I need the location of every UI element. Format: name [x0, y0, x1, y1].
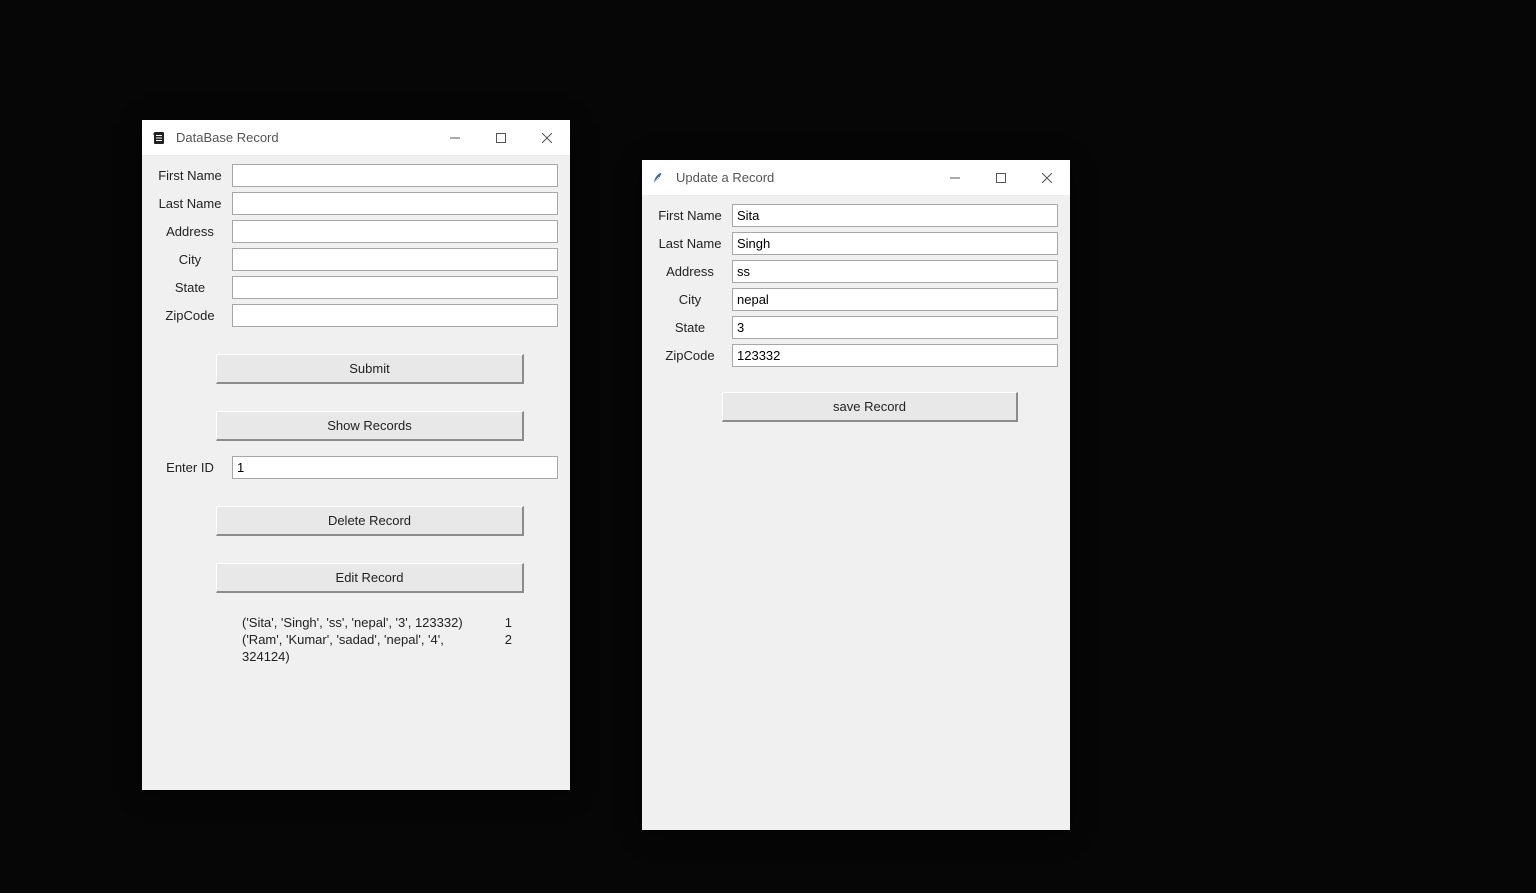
database-record-window: DataBase Record First Name Last Name Add…: [142, 120, 570, 790]
client-area: First Name Last Name Address City State …: [642, 196, 1070, 432]
delete-record-row: Delete Record: [154, 506, 558, 536]
last-name-label: Last Name: [654, 236, 732, 251]
window-title: DataBase Record: [176, 130, 432, 145]
state-row: State: [654, 316, 1058, 339]
update-record-window: Update a Record First Name Last Name Add…: [642, 160, 1070, 830]
first-name-label: First Name: [154, 168, 232, 183]
address-label: Address: [654, 264, 732, 279]
last-name-input[interactable]: [232, 192, 558, 215]
last-name-input[interactable]: [732, 232, 1058, 255]
close-button[interactable]: [524, 120, 570, 155]
record-text: ('Sita', 'Singh', 'ss', 'nepal', '3', 12…: [242, 615, 494, 632]
app-icon: [150, 129, 168, 147]
show-records-row: Show Records: [154, 411, 558, 441]
record-id: 1: [494, 615, 512, 632]
submit-button[interactable]: Submit: [216, 354, 524, 384]
last-name-row: Last Name: [154, 192, 558, 215]
window-controls: [432, 120, 570, 155]
save-record-button[interactable]: save Record: [722, 392, 1018, 422]
record-line: ('Ram', 'Kumar', 'sadad', 'nepal', '4', …: [242, 632, 558, 666]
address-input[interactable]: [232, 220, 558, 243]
titlebar[interactable]: Update a Record: [642, 160, 1070, 196]
state-input[interactable]: [732, 316, 1058, 339]
titlebar[interactable]: DataBase Record: [142, 120, 570, 156]
first-name-input[interactable]: [232, 164, 558, 187]
last-name-row: Last Name: [654, 232, 1058, 255]
zipcode-row: ZipCode: [154, 304, 558, 327]
edit-record-row: Edit Record: [154, 563, 558, 593]
state-label: State: [154, 280, 232, 295]
state-label: State: [654, 320, 732, 335]
city-row: City: [154, 248, 558, 271]
address-row: Address: [654, 260, 1058, 283]
close-button[interactable]: [1024, 160, 1070, 195]
maximize-button[interactable]: [478, 120, 524, 155]
window-title: Update a Record: [676, 170, 932, 185]
enter-id-label: Enter ID: [154, 460, 232, 475]
client-area: First Name Last Name Address City State …: [142, 156, 570, 676]
first-name-input[interactable]: [732, 204, 1058, 227]
record-line: ('Sita', 'Singh', 'ss', 'nepal', '3', 12…: [242, 615, 558, 632]
window-controls: [932, 160, 1070, 195]
submit-row: Submit: [154, 354, 558, 384]
state-row: State: [154, 276, 558, 299]
records-output: ('Sita', 'Singh', 'ss', 'nepal', '3', 12…: [154, 615, 558, 666]
address-row: Address: [154, 220, 558, 243]
minimize-button[interactable]: [432, 120, 478, 155]
minimize-button[interactable]: [932, 160, 978, 195]
first-name-label: First Name: [654, 208, 732, 223]
city-input[interactable]: [232, 248, 558, 271]
feather-icon: [650, 169, 668, 187]
enter-id-input[interactable]: [232, 456, 558, 479]
city-input[interactable]: [732, 288, 1058, 311]
maximize-button[interactable]: [978, 160, 1024, 195]
show-records-button[interactable]: Show Records: [216, 411, 524, 441]
zipcode-input[interactable]: [732, 344, 1058, 367]
city-label: City: [154, 252, 232, 267]
record-text: ('Ram', 'Kumar', 'sadad', 'nepal', '4', …: [242, 632, 494, 666]
address-label: Address: [154, 224, 232, 239]
state-input[interactable]: [232, 276, 558, 299]
first-name-row: First Name: [154, 164, 558, 187]
first-name-row: First Name: [654, 204, 1058, 227]
zipcode-label: ZipCode: [654, 348, 732, 363]
address-input[interactable]: [732, 260, 1058, 283]
delete-record-button[interactable]: Delete Record: [216, 506, 524, 536]
last-name-label: Last Name: [154, 196, 232, 211]
save-record-row: save Record: [654, 392, 1058, 422]
city-row: City: [654, 288, 1058, 311]
zipcode-label: ZipCode: [154, 308, 232, 323]
zipcode-input[interactable]: [232, 304, 558, 327]
city-label: City: [654, 292, 732, 307]
record-id: 2: [494, 632, 512, 666]
edit-record-button[interactable]: Edit Record: [216, 563, 524, 593]
enter-id-row: Enter ID: [154, 456, 558, 479]
zipcode-row: ZipCode: [654, 344, 1058, 367]
